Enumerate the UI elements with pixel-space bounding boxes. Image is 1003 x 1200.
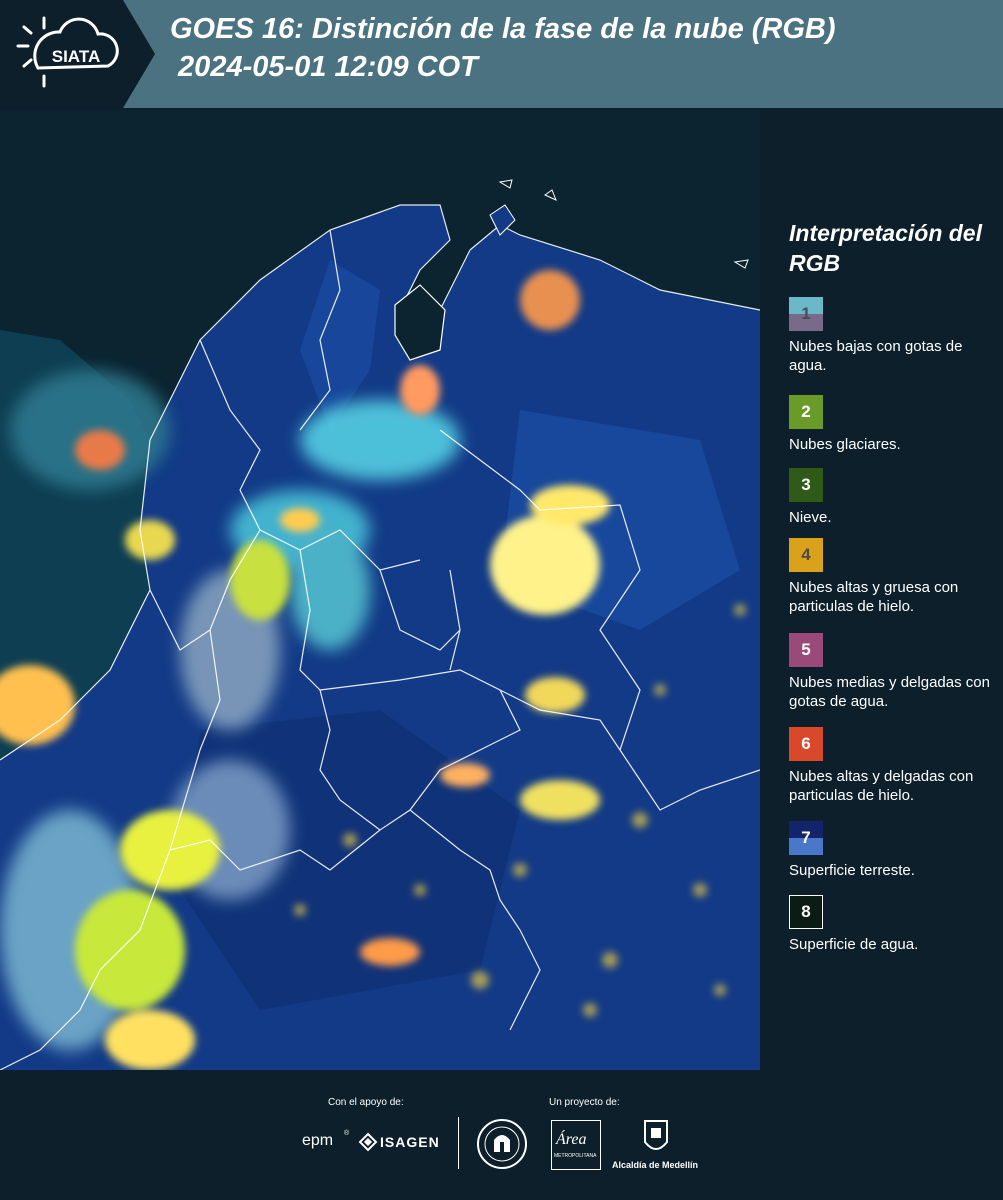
legend-item-8: 8 Superficie de agua. — [789, 895, 994, 954]
legend-label-6: Nubes altas y delgadas con particulas de… — [789, 768, 974, 804]
legend-label-5: Nubes medias y delgadas con gotas de agu… — [789, 674, 990, 710]
registered-icon: ® — [344, 1130, 350, 1137]
legend-label-8: Superficie de agua. — [789, 936, 919, 953]
support-caption: Con el apoyo de: — [328, 1097, 404, 1108]
header-bar: SIATA GOES 16: Distinción de la fase de … — [0, 0, 1003, 108]
legend-swatch-3: 3 — [789, 468, 823, 502]
legend-swatch-1: 1 — [789, 297, 823, 331]
legend-number-5: 5 — [801, 640, 811, 659]
legend-label-4: Nubes altas y gruesa con particulas de h… — [789, 579, 959, 615]
legend-item-2: 2 Nubes glaciares. — [789, 395, 994, 454]
legend-number-3: 3 — [801, 475, 811, 494]
title-line-2: 2024-05-01 12:09 COT — [170, 51, 478, 83]
title-line-1: GOES 16: Distinción de la fase de la nub… — [170, 13, 836, 45]
legend-item-6: 6 Nubes altas y delgadas con particulas … — [789, 727, 994, 805]
legend-swatch-8: 8 — [789, 895, 823, 929]
area-metropolitana-logo: Área METROPOLITANA — [551, 1120, 601, 1170]
legend-swatch-4: 4 — [789, 538, 823, 572]
legend-label-2: Nubes glaciares. — [789, 436, 901, 453]
alcaldia-label: Alcaldía de Medellín — [612, 1160, 699, 1170]
map-image — [0, 110, 760, 1070]
page-title: GOES 16: Distinción de la fase de la nub… — [170, 10, 836, 86]
epm-logo: epm — [302, 1132, 334, 1149]
legend-number-4: 4 — [801, 545, 811, 564]
legend-swatch-6: 6 — [789, 727, 823, 761]
legend-title: Interpretación del RGB — [789, 220, 982, 276]
legend-swatch-7: 7 — [789, 821, 823, 855]
legend-item-1: 1 Nubes bajas con gotas de agua. — [789, 297, 994, 375]
legend-number-1: 1 — [801, 304, 811, 323]
legend-swatch-5: 5 — [789, 633, 823, 667]
area-logo-text: Área — [556, 1131, 587, 1148]
project-caption: Un proyecto de: — [549, 1097, 620, 1108]
legend-number-2: 2 — [801, 402, 811, 421]
legend-label-1: Nubes bajas con gotas de agua. — [789, 338, 963, 374]
legend-item-7: 7 Superficie terreste. — [789, 821, 994, 880]
legend-swatch-2: 2 — [789, 395, 823, 429]
legend-item-3: 3 Nieve. — [789, 468, 994, 527]
alcaldia-shield-icon — [644, 1120, 668, 1150]
isagen-logo-icon — [358, 1132, 378, 1152]
legend-item-5: 5 Nubes medias y delgadas con gotas de a… — [789, 633, 994, 711]
isagen-logo: ISAGEN — [380, 1134, 440, 1150]
area-logo-sub: METROPOLITANA — [554, 1153, 597, 1159]
legend-number-6: 6 — [801, 734, 811, 753]
legend-label-3: Nieve. — [789, 509, 832, 526]
legend-label-7: Superficie terreste. — [789, 862, 915, 879]
legend-number-7: 7 — [801, 828, 811, 847]
satellite-map — [0, 110, 760, 1070]
legend-number-8: 8 — [801, 902, 811, 921]
logo-block: SIATA — [0, 0, 155, 108]
legend-item-4: 4 Nubes altas y gruesa con particulas de… — [789, 538, 994, 616]
footer-divider — [458, 1117, 459, 1169]
university-seal-icon — [477, 1119, 527, 1169]
footer: Con el apoyo de: Un proyecto de: epm ® I… — [0, 1072, 1003, 1200]
legend-panel: Interpretación del RGB 1 Nubes bajas con… — [770, 110, 1003, 1070]
logo-text: SIATA — [52, 47, 100, 66]
